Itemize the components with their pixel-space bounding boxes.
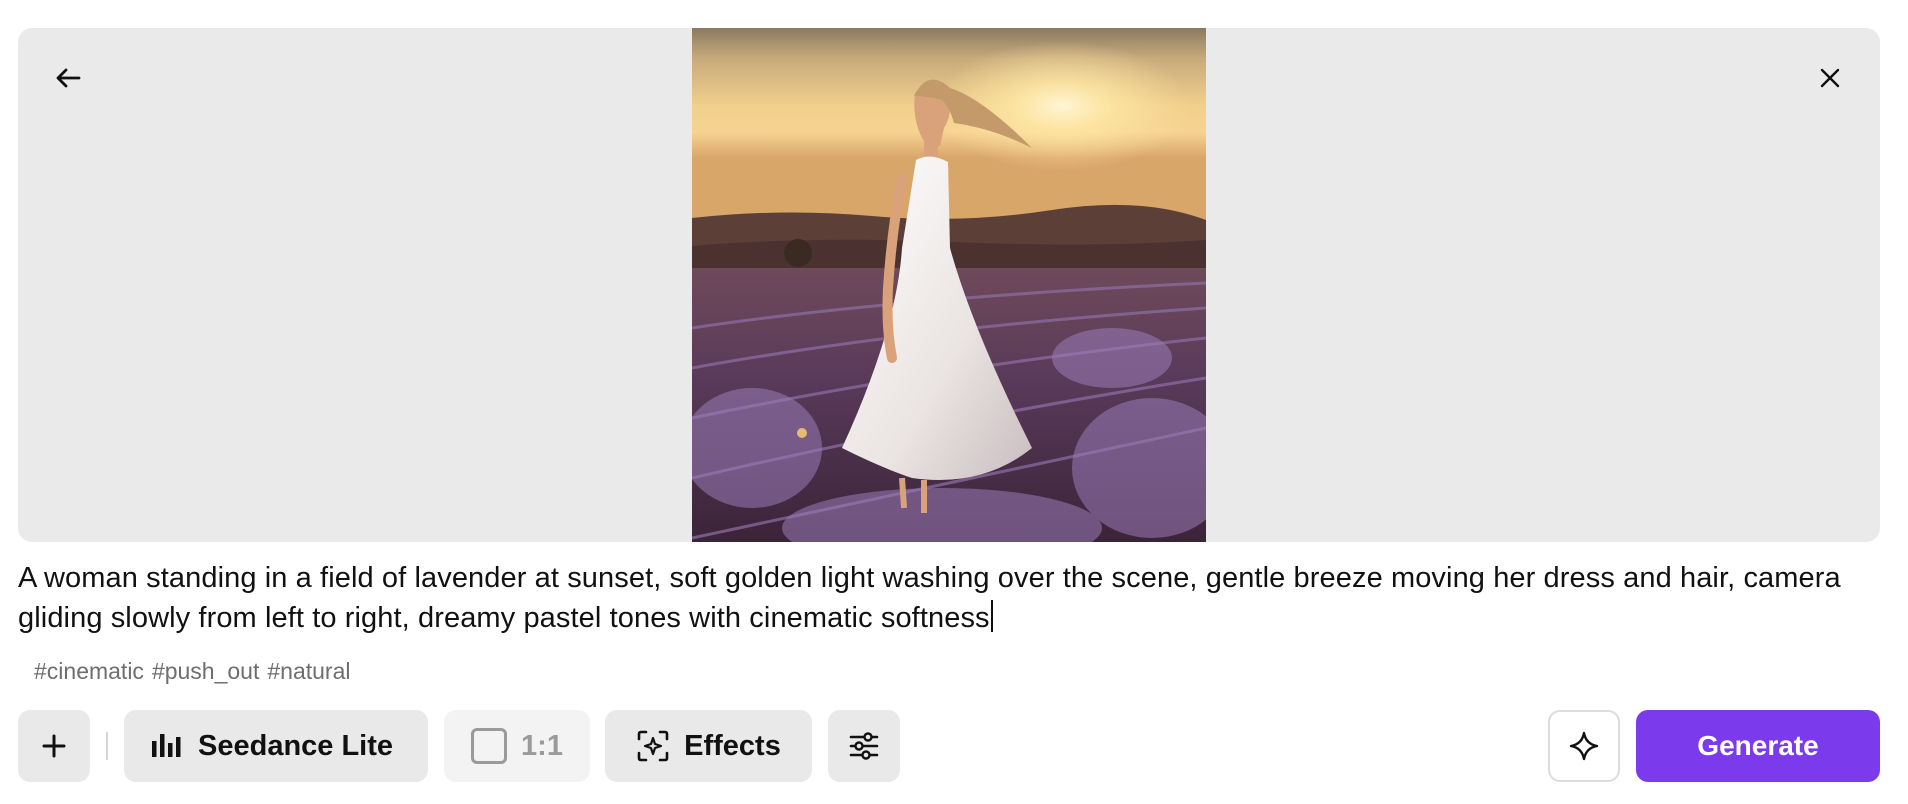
- model-label: Seedance Lite: [198, 729, 394, 762]
- effects-icon: [637, 730, 669, 762]
- close-icon: [1820, 68, 1840, 88]
- generate-label: Generate: [1697, 730, 1819, 761]
- tag-list: #cinematic #push_out #natural: [34, 658, 351, 685]
- preview-image: [692, 28, 1206, 542]
- effects-label: Effects: [684, 729, 781, 762]
- bottom-toolbar: Seedance Lite 1:1 Effects Generate: [0, 710, 1908, 784]
- model-bars-icon: [152, 734, 181, 757]
- plus-icon: [42, 734, 66, 758]
- sparkle-icon: [1569, 731, 1599, 761]
- add-button[interactable]: [18, 710, 90, 782]
- close-button[interactable]: [1806, 54, 1854, 102]
- enhance-prompt-button[interactable]: [1548, 710, 1620, 782]
- back-arrow-icon: [56, 68, 81, 88]
- tag-cinematic[interactable]: #cinematic: [34, 658, 144, 685]
- settings-button[interactable]: [828, 710, 900, 782]
- tag-natural[interactable]: #natural: [267, 658, 350, 685]
- image-preview-panel: [18, 28, 1880, 542]
- model-selector-button[interactable]: Seedance Lite: [124, 710, 428, 782]
- toolbar-divider: [106, 732, 108, 760]
- text-caret: [990, 600, 993, 632]
- sliders-icon: [849, 732, 879, 760]
- prompt-text: A woman standing in a field of lavender …: [18, 562, 1841, 634]
- tag-push-out[interactable]: #push_out: [152, 658, 259, 685]
- prompt-textarea[interactable]: A woman standing in a field of lavender …: [18, 558, 1878, 638]
- square-ratio-icon: [471, 728, 508, 764]
- aspect-ratio-button[interactable]: 1:1: [444, 710, 590, 782]
- effects-button[interactable]: Effects: [605, 710, 812, 782]
- generate-button[interactable]: Generate: [1636, 710, 1880, 782]
- back-button[interactable]: [44, 54, 92, 102]
- ratio-label: 1:1: [521, 729, 563, 762]
